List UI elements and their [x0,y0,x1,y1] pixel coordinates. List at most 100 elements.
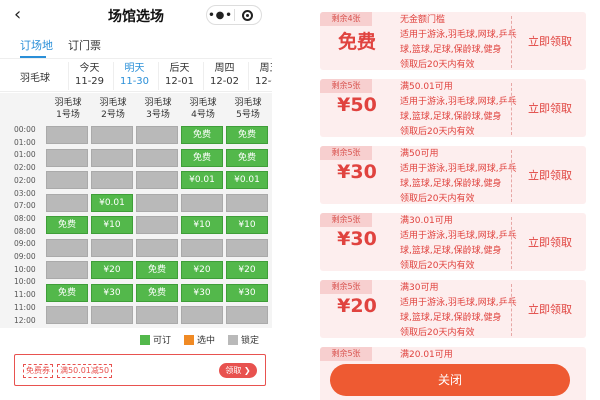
coupon-condition: 无金额门槛 [400,15,446,25]
tab-book-court[interactable]: 订场地 [20,37,53,53]
slot-available[interactable]: ¥0.01 [226,171,268,189]
date-day: 12-03 [254,76,272,87]
slot-locked [136,148,178,167]
target-icon[interactable] [235,9,261,21]
slot-locked [91,148,133,167]
slot-available[interactable]: 免费 [136,261,178,279]
slot-locked [136,306,178,324]
time-label: 08:00 [14,213,36,223]
slot-locked [46,261,88,279]
slot-available[interactable]: ¥10 [181,216,223,234]
slot-available[interactable]: ¥20 [226,261,268,279]
slot-available[interactable]: ¥20 [91,261,133,279]
date-day: 11-30 [119,76,150,87]
slot-available[interactable]: 免费 [226,148,268,167]
top-bar: ‹ 场馆选场 •●• [0,0,272,32]
coupon-info: 满50.01可用 适用于游泳,羽毛球,网球,乒乓球,篮球,足球,保龄球,健身 领取后… [400,80,520,137]
slot-locked [181,306,223,324]
legend-item: 可订 [140,333,171,346]
date-weekday: 周五 [259,63,273,74]
coupon-bar[interactable]: 免费券 满50.01减50 领取 ❯ [14,354,266,386]
coupon-card: 剩余4张 免费 无金额门槛 适用于游泳,羽毛球,网球,乒乓球,篮球,足球,保龄球,健身… [320,12,586,70]
coupon-amount: ¥50 [337,94,377,116]
date-tab[interactable]: 后天 12-01 [158,62,200,90]
coupon-validity: 领取后20天内有效 [400,60,475,70]
remaining-badge: 剩余4张 [320,12,372,26]
time-label: 11:00 [14,302,36,312]
slot-available[interactable]: ¥20 [181,261,223,279]
close-button[interactable]: 关闭 [330,364,570,396]
time-label: 00:00 [14,125,36,134]
coupon-condition: 满20.01可用 [400,350,453,360]
coupon-validity: 领取后20天内有效 [400,127,475,137]
date-weekday: 今天 [79,63,100,74]
coupon-info: 满20.01可用 [400,348,520,363]
court-header: 羽毛球 1号场 [54,98,82,120]
claim-now-button[interactable]: 立即领取 [518,100,582,116]
coupon-card: 剩余5张 ¥20 满30可用 适用于游泳,羽毛球,网球,乒乓球,篮球,足球,保龄球,健… [320,280,586,338]
coupon-condition: 满30可用 [400,283,439,293]
coupon-card: 剩余5张 ¥30 满50可用 适用于游泳,羽毛球,网球,乒乓球,篮球,足球,保龄球,健… [320,146,586,204]
date-tab[interactable]: 周四 12-02 [203,62,245,90]
claim-coupon-button[interactable]: 领取 ❯ [219,363,257,378]
slot-available[interactable]: 免费 [181,148,223,167]
more-dots-icon[interactable]: •●• [207,10,234,21]
coupon-condition: 满50可用 [400,149,439,159]
legend-swatch [184,334,194,345]
coupon-validity: 领取后20天内有效 [400,328,475,338]
slot-available[interactable]: ¥10 [226,216,268,234]
tab-book-ticket[interactable]: 订门票 [68,37,101,53]
slot-available[interactable]: ¥30 [91,283,133,302]
slot-locked [91,238,133,257]
slot-available[interactable]: ¥30 [181,283,223,302]
court-header: 羽毛球 2号场 [99,98,127,120]
coupon-scope: 适用于游泳,羽毛球,网球,乒乓球,篮球,足球,保龄球,健身 [400,97,517,122]
claim-now-button[interactable]: 立即领取 [518,33,582,49]
slot-locked [136,238,178,257]
legend-item: 锁定 [228,333,259,346]
date-tab[interactable]: 今天 11-29 [68,62,110,90]
time-label: 10:00 [14,264,36,274]
coupon-condition: 满30.01可用 [400,216,453,226]
slot-available[interactable]: 免费 [181,126,223,144]
court-header: 羽毛球 5号场 [234,98,262,120]
time-label: 01:00 [14,137,36,147]
slot-locked [46,238,88,257]
slot-available[interactable]: ¥10 [91,216,133,234]
remaining-badge: 剩余5张 [320,280,372,294]
slot-available[interactable]: 免费 [46,216,88,234]
slot-locked [226,238,268,257]
coupon-info: 满30可用 适用于游泳,羽毛球,网球,乒乓球,篮球,足球,保龄球,健身 领取后20天… [400,281,520,338]
date-day: 12-02 [209,76,240,87]
slot-locked [46,171,88,189]
coupon-amount: 免费 [337,31,376,53]
slot-available[interactable]: ¥30 [226,283,268,302]
time-label: 12:00 [14,315,36,325]
claim-now-button[interactable]: 立即领取 [518,167,582,183]
date-weekday: 明天 [124,63,145,74]
tab-bar: 订场地 订门票 [0,32,272,58]
court-header: 羽毛球 4号场 [189,98,217,120]
date-tab[interactable]: 周五 12-03 [248,62,272,90]
time-label: 02:00 [14,163,36,173]
slot-available[interactable]: 免费 [46,283,88,302]
slot-available[interactable]: ¥0.01 [181,171,223,189]
remaining-badge: 剩余5张 [320,213,372,227]
slot-locked [136,216,178,234]
sport-label[interactable]: 羽毛球 [20,69,50,84]
slot-available[interactable]: 免费 [136,283,178,302]
time-label: 03:00 [14,188,36,198]
claim-now-button[interactable]: 立即领取 [518,234,582,250]
date-weekday: 后天 [169,63,190,74]
claim-now-button[interactable]: 立即领取 [518,301,582,317]
coupon-chip: 满50.01减50 [57,364,113,378]
slot-locked [136,193,178,212]
date-tab[interactable]: 明天 11-30 [113,62,155,90]
slot-locked [46,193,88,212]
coupon-amount: ¥20 [337,295,377,317]
mini-program-capsule: •●• [206,5,262,25]
slot-available[interactable]: 免费 [226,126,268,144]
time-label: 09:00 [14,239,36,249]
slot-available[interactable]: ¥0.01 [91,193,133,212]
booking-screen: ‹ 场馆选场 •●• 订场地 订门票 羽毛球 今天 11-29 明天 11-30 后天 1… [0,0,272,400]
